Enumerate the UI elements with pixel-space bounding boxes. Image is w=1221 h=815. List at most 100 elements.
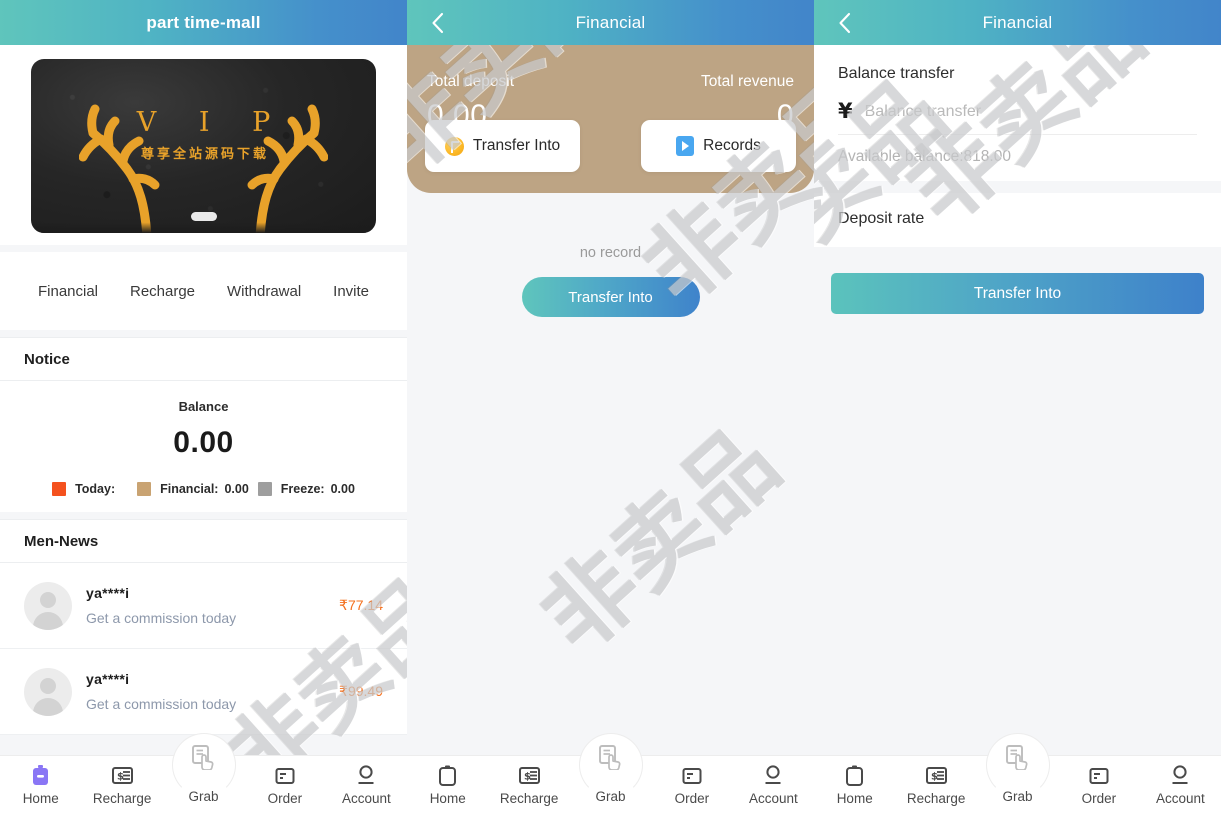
news-item-username: ya****i (86, 671, 130, 687)
vip-banner-image[interactable]: V I P 尊享全站源码下载 (31, 59, 376, 233)
news-item-amount: ₹77.14 (339, 597, 383, 613)
tab-label-recharge: Recharge (906, 791, 966, 806)
balance-label: Balance (178, 399, 229, 414)
order-icon (682, 765, 702, 786)
transfer-into-button[interactable]: Transfer Into (521, 277, 700, 317)
watermark: 非卖品 (522, 408, 799, 673)
legend-value-financial: 0.00 (224, 482, 249, 496)
tab-recharge[interactable]: $ Recharge (488, 756, 569, 815)
tab-order[interactable]: Order (244, 756, 325, 815)
account-icon (1170, 765, 1190, 786)
tab-label-home: Home (22, 791, 59, 806)
section-divider (814, 247, 1221, 259)
panel-balance-transfer: Financial Balance transfer ¥ Available b… (814, 0, 1221, 815)
total-revenue-label: Total revenue (700, 73, 794, 90)
transfer-into-button[interactable]: Transfer Into (831, 273, 1204, 314)
tab-home[interactable]: Home (407, 756, 488, 815)
news-list-item[interactable]: ya****i Get a commission today ₹77.14 (0, 563, 407, 649)
panel-financial-overview: Financial Total deposit 0.00 Total reven… (407, 0, 814, 815)
three-panel-screenshot: part time-mall V I P 尊享全站源码下载 Financial … (0, 0, 1221, 815)
vip-banner-subtitle: 尊享全站源码下载 (140, 147, 269, 162)
news-section-title: Men-News (0, 519, 407, 563)
tab-label-account: Account (341, 791, 391, 806)
tab-account[interactable]: Account (733, 756, 814, 815)
panel2-appbar: Financial (407, 0, 814, 45)
grab-bump (578, 733, 643, 797)
tab-label-account: Account (1155, 791, 1205, 806)
grab-bump (171, 733, 236, 797)
notice-section-title: Notice (0, 337, 407, 381)
amount-field-row: ¥ (838, 101, 1197, 135)
quicknav-financial[interactable]: Financial (38, 283, 98, 300)
tab-grab[interactable]: Grab (570, 733, 651, 815)
transfer-into-card-label: Transfer Into (472, 137, 561, 154)
page-title: Financial (575, 12, 646, 32)
account-icon (356, 765, 376, 786)
svg-text:$: $ (931, 772, 938, 783)
section-divider (814, 181, 1221, 193)
back-chevron-icon[interactable] (828, 0, 860, 45)
tab-label-home: Home (836, 791, 873, 806)
tab-grab[interactable]: Grab (163, 733, 244, 815)
news-item-username: ya****i (86, 585, 130, 601)
recharge-icon: $ (925, 765, 947, 786)
news-item-amount: ₹99.49 (339, 683, 383, 699)
quicknav-invite[interactable]: Invite (333, 283, 369, 300)
tabbar: Home $ Recharge Grab Order Account (407, 733, 814, 815)
panel3-appbar: Financial (814, 0, 1221, 45)
deposit-rate-row[interactable]: Deposit rate (814, 193, 1221, 247)
document-icon (676, 136, 695, 156)
grab-hand-icon (1005, 745, 1031, 770)
news-item-text: ya****i Get a commission today (86, 671, 339, 712)
page-title: Financial (982, 12, 1053, 32)
quicknav-recharge[interactable]: Recharge (130, 283, 195, 300)
legend-label-freeze: Freeze: (280, 482, 325, 496)
svg-text:$: $ (117, 772, 124, 783)
balance-value: 0.00 (173, 426, 234, 459)
news-item-description: Get a commission today (86, 610, 237, 626)
avatar (24, 667, 72, 716)
news-list-item[interactable]: ya****i Get a commission today ₹99.49 (0, 649, 407, 735)
total-deposit-label: Total deposit (427, 73, 515, 90)
tab-order[interactable]: Order (1058, 756, 1139, 815)
quicknav-withdrawal[interactable]: Withdrawal (227, 283, 301, 300)
tab-account[interactable]: Account (326, 756, 407, 815)
vip-banner-title: V I P (136, 107, 288, 138)
transfer-form-card: Balance transfer ¥ Available balance:818… (814, 45, 1221, 181)
balance-card: Balance 0.00 Today: Financial: 0.00 Free… (0, 381, 407, 512)
panel1-body: V I P 尊享全站源码下载 Financial Recharge Withdr… (0, 45, 407, 815)
tab-label-account: Account (748, 791, 798, 806)
tab-label-recharge: Recharge (499, 791, 559, 806)
tab-label-order: Order (674, 791, 710, 806)
home-icon (31, 765, 50, 786)
tab-recharge[interactable]: $ Recharge (895, 756, 976, 815)
tab-home[interactable]: Home (814, 756, 895, 815)
tab-grab[interactable]: Grab (977, 733, 1058, 815)
panel-home: part time-mall V I P 尊享全站源码下载 Financial … (0, 0, 407, 815)
legend-swatch-financial (137, 482, 152, 496)
legend-label-financial: Financial: (160, 482, 219, 496)
grab-bump (985, 733, 1050, 797)
legend-swatch-today (52, 482, 67, 496)
avatar (24, 581, 72, 630)
panel1-appbar: part time-mall (0, 0, 407, 45)
coin-icon (444, 136, 464, 156)
tab-recharge[interactable]: $ Recharge (81, 756, 162, 815)
home-icon (845, 765, 864, 786)
recharge-icon: $ (111, 765, 133, 786)
grab-hand-icon (598, 745, 624, 770)
records-card[interactable]: Records (641, 120, 796, 172)
tab-home[interactable]: Home (0, 756, 81, 815)
back-chevron-icon[interactable] (421, 0, 453, 45)
tab-account[interactable]: Account (1140, 756, 1221, 815)
quicknav: Financial Recharge Withdrawal Invite (0, 252, 407, 330)
tab-order[interactable]: Order (651, 756, 732, 815)
tab-label-recharge: Recharge (92, 791, 152, 806)
deposit-rate-label: Deposit rate (838, 210, 925, 227)
tabbar: Home $ Recharge Grab Order Account (0, 733, 407, 815)
balance-transfer-input[interactable] (864, 102, 1197, 121)
transfer-into-card[interactable]: Transfer Into (425, 120, 580, 172)
tab-label-order: Order (1081, 791, 1117, 806)
order-icon (1089, 765, 1109, 786)
tab-label-order: Order (267, 791, 303, 806)
